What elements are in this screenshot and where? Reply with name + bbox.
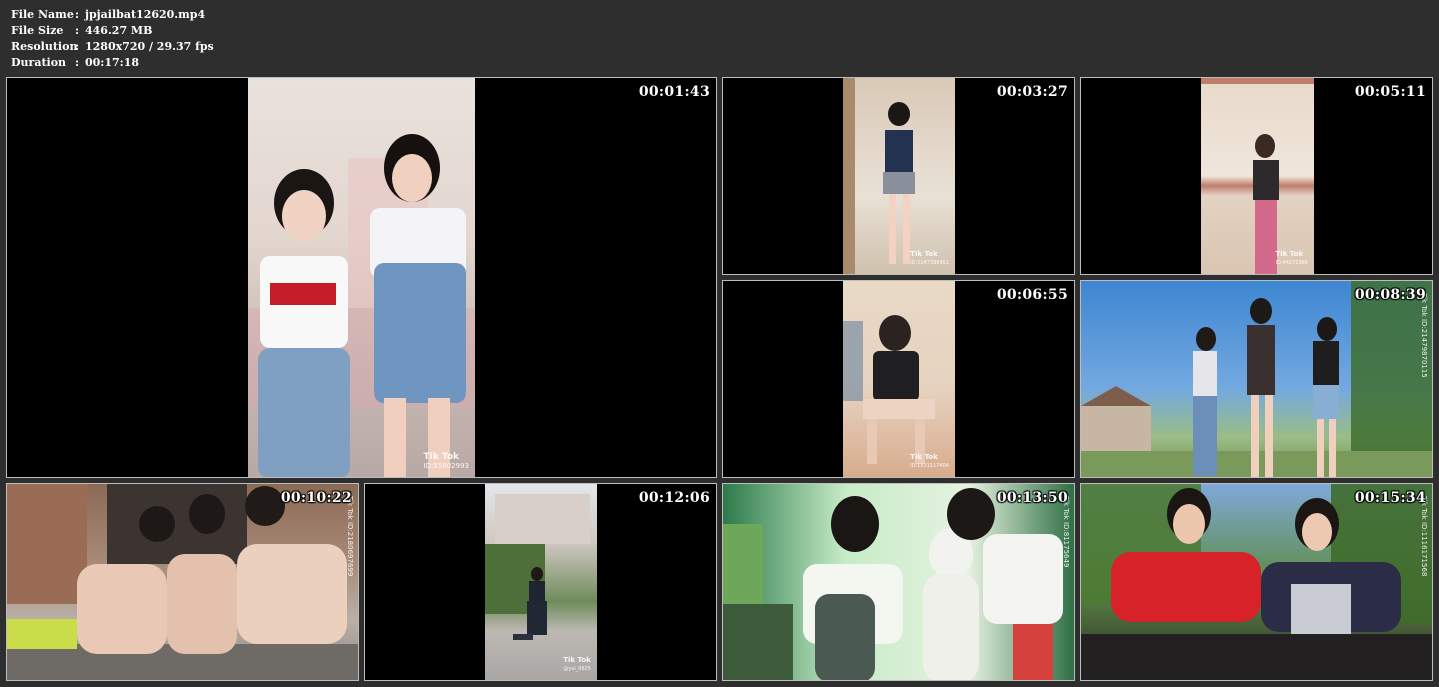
thumbnail-7[interactable]: Tik Tok @yui_0825 00:12:06 [364,483,717,681]
timestamp: 00:08:39 [1354,287,1426,303]
tiktok-id: ID:81175649 [1062,521,1070,568]
info-row-resolution: Resolution : 1280x720 / 29.37 fps [11,39,214,55]
tiktok-watermark: Tik Tok ID:44271986 [1276,250,1308,268]
info-key: Duration [11,56,67,69]
girl-sitting-illustration [843,315,935,464]
girl-outdoor-illustration [485,494,590,640]
tiktok-id: ID:1531117404 [910,463,949,469]
tiktok-id: ID:1116171568 [1420,521,1428,577]
timestamp: 00:15:34 [1354,490,1426,506]
tiktok-watermark: Tik Tok ID:81175649 [1062,496,1070,567]
tiktok-id: @yui_0825 [563,666,591,672]
video-frame: Tik Tok ID:2180697699 [7,484,358,680]
file-info-panel: File Name : jpjailbat12620.mp4 File Size… [11,7,214,71]
timestamp: 00:01:43 [638,84,710,100]
tiktok-logo-label: Tik Tok [1275,250,1304,258]
video-frame: Tik Tok ID:44271986 [1201,78,1314,274]
thumbnail-2[interactable]: Tik Tok ID:2147389951 00:03:27 [722,77,1075,275]
two-girls-outdoor-illustration [1081,484,1432,680]
tiktok-watermark: Tik Tok ID:1116171568 [1420,496,1428,576]
info-value: 446.27 MB [85,24,153,37]
three-girls-outdoor-illustration [1081,281,1432,477]
info-row-file-size: File Size : 446.27 MB [11,23,214,39]
video-frame: Tik Tok ID:2147389951 [843,78,955,274]
timestamp: 00:10:22 [280,490,352,506]
thumbnail-5[interactable]: Tik Tok ID:21479870115 00:08:39 [1080,280,1433,478]
info-key: File Name [11,8,74,21]
info-key: File Size [11,24,64,37]
tiktok-watermark: Tik Tok ID:2147389951 [910,250,949,268]
video-frame: Tik Tok ID:81175649 [723,484,1074,680]
info-row-file-name: File Name : jpjailbat12620.mp4 [11,7,214,23]
girls-dancing-illustration [248,134,475,477]
tiktok-id: ID:44271986 [1275,260,1308,266]
tiktok-watermark: Tik Tok ID:1531117404 [910,453,949,471]
video-frame: Tik Tok @yui_0825 [485,484,597,680]
girl-dancing-illustration [843,78,915,274]
three-girls-sitting-illustration [7,484,358,680]
timestamp: 00:06:55 [996,287,1068,303]
tiktok-id: ID:21479870115 [1420,318,1428,378]
timestamp: 00:13:50 [996,490,1068,506]
info-value: 00:17:18 [85,56,140,69]
info-value: 1280x720 / 29.37 fps [85,40,214,53]
two-girls-with-dog-illustration [723,488,1063,680]
thumbnail-1[interactable]: Tik Tok ID:55802993 00:01:43 [6,77,717,478]
tiktok-logo-label: Tik Tok [563,656,591,664]
video-frame: Tik Tok ID:1531117404 [843,281,955,477]
info-separator: : [75,8,80,21]
thumbnail-6[interactable]: Tik Tok ID:2180697699 00:10:22 [6,483,359,681]
tiktok-watermark: Tik Tok @yui_0825 [563,656,591,674]
video-frame: Tik Tok ID:21479870115 [1081,281,1432,477]
tiktok-logo-label: Tik Tok [910,453,938,461]
video-frame: Tik Tok ID:1116171568 [1081,484,1432,680]
timestamp: 00:12:06 [638,490,710,506]
tiktok-logo-label: Tik Tok [910,250,938,258]
info-separator: : [75,24,80,37]
timestamp: 00:05:11 [1354,84,1426,100]
video-frame: Tik Tok ID:55802993 [248,78,475,477]
tiktok-logo-label: Tik Tok [423,452,460,462]
tiktok-watermark: Tik Tok ID:2180697699 [346,496,354,576]
info-value: jpjailbat12620.mp4 [85,8,206,21]
tiktok-watermark: Tik Tok ID:21479870115 [1420,293,1428,378]
thumbnail-8[interactable]: Tik Tok ID:81175649 00:13:50 [722,483,1075,681]
timestamp: 00:03:27 [996,84,1068,100]
thumbnail-3[interactable]: Tik Tok ID:44271986 00:05:11 [1080,77,1433,275]
tiktok-id: ID:2180697699 [346,521,354,577]
tiktok-watermark: Tik Tok ID:55802993 [424,453,469,471]
info-separator: : [75,56,80,69]
info-key: Resolution [11,40,78,53]
tiktok-id: ID:55802993 [423,462,469,470]
thumbnail-4[interactable]: Tik Tok ID:1531117404 00:06:55 [722,280,1075,478]
girl-dancing-illustration [1201,78,1314,274]
info-row-duration: Duration : 00:17:18 [11,55,214,71]
info-separator: : [75,40,80,53]
tiktok-id: ID:2147389951 [910,260,949,266]
thumbnail-9[interactable]: Tik Tok ID:1116171568 00:15:34 [1080,483,1433,681]
